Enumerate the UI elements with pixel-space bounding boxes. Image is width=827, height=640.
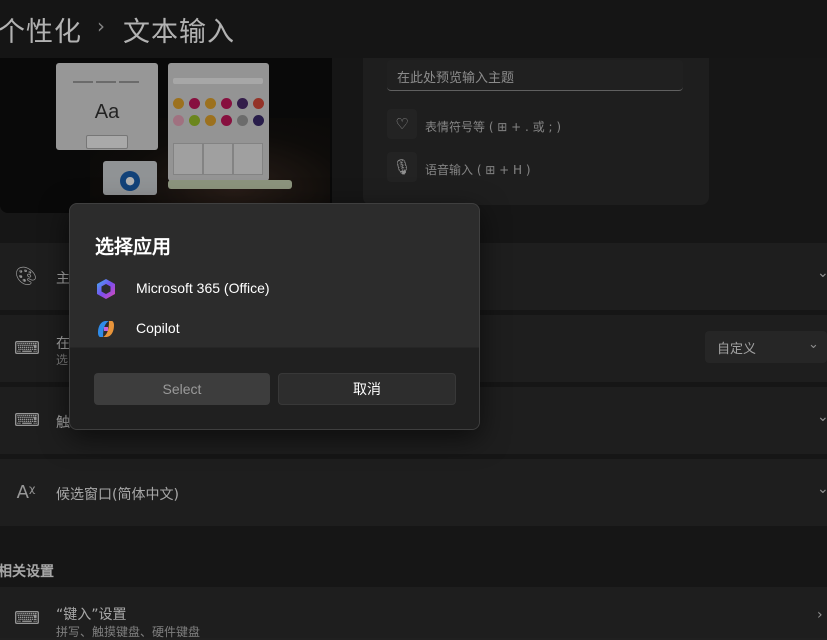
dialog-title: 选择应用 [95,236,172,258]
microsoft-365-icon [97,279,115,299]
dialog-footer: Select 取消 [70,347,479,429]
cancel-button[interactable]: 取消 [278,373,456,405]
select-button[interactable]: Select [94,373,270,405]
app-label: Microsoft 365 (Office) [136,280,270,296]
choose-app-dialog: 选择应用 Microsoft 365 (Office) Copilot Sele… [69,203,480,430]
app-item-microsoft-365[interactable]: Microsoft 365 (Office) [70,270,479,308]
app-item-copilot[interactable]: Copilot [70,310,479,348]
copilot-icon [98,321,114,337]
app-label: Copilot [136,320,180,336]
